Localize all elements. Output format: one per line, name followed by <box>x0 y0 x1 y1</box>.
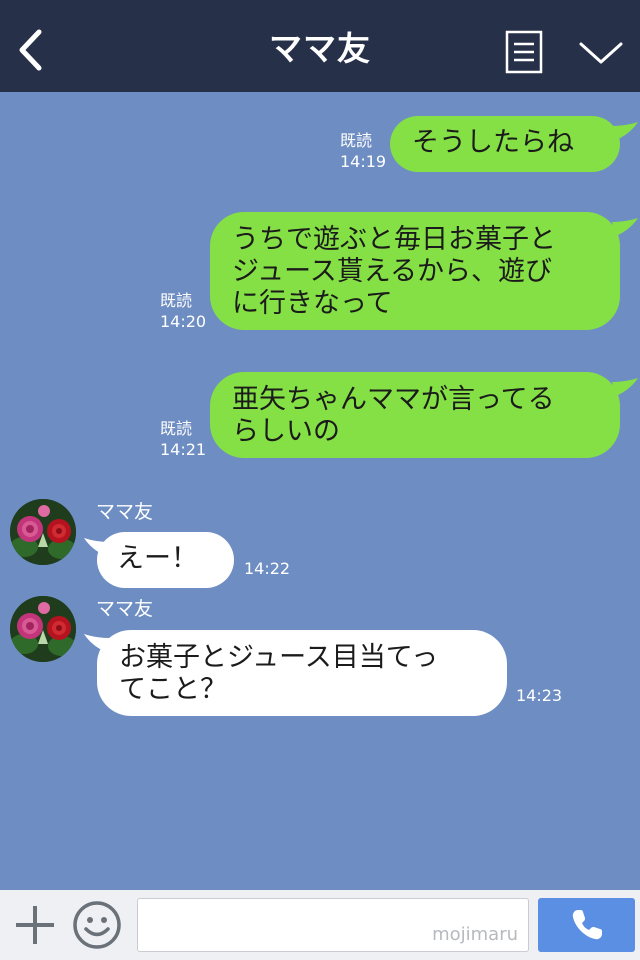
avatar[interactable] <box>10 499 76 565</box>
message-bubble[interactable]: お菓子とジュース目当てっ てこと？ <box>97 630 507 716</box>
bubble-tail <box>612 218 638 236</box>
message-time: 14:22 <box>244 559 291 578</box>
back-chevron-icon <box>19 29 42 71</box>
bubble-tail <box>612 122 638 140</box>
avatar[interactable] <box>10 596 76 662</box>
rose-avatar-image <box>10 596 76 662</box>
bubble-tail <box>612 378 638 396</box>
phone-icon <box>572 910 602 940</box>
message-meta: 既読 14:20 <box>160 290 206 332</box>
sender-name: ママ友 <box>96 501 154 523</box>
back-button[interactable] <box>6 22 54 78</box>
plus-icon <box>16 906 54 944</box>
menu-list-icon <box>505 30 543 74</box>
message-bubble[interactable]: そうしたらね <box>390 116 620 172</box>
emoji-button[interactable] <box>72 900 122 950</box>
message-time: 14:23 <box>516 686 563 705</box>
chat-title: ママ友 <box>269 29 371 68</box>
message-input[interactable]: mojimaru <box>137 898 529 952</box>
call-button[interactable] <box>538 898 635 952</box>
collapse-button[interactable] <box>576 34 626 70</box>
read-receipt: 既読 <box>160 291 193 310</box>
message-meta: 既読 14:21 <box>160 418 206 460</box>
message-time: 14:21 <box>160 440 207 459</box>
chat-header: ママ友 <box>0 0 640 92</box>
sender-name: ママ友 <box>96 598 154 620</box>
rose-avatar-image <box>10 499 76 565</box>
message-time: 14:20 <box>160 312 207 331</box>
emoji-smile-icon <box>73 901 121 949</box>
message-time: 14:19 <box>340 152 387 171</box>
input-bar: mojimaru <box>0 890 640 960</box>
chevron-down-icon <box>579 42 623 64</box>
menu-button[interactable] <box>505 30 543 74</box>
read-receipt: 既読 <box>340 131 373 150</box>
message-bubble[interactable]: えー！ <box>97 532 234 588</box>
watermark-text: mojimaru <box>432 924 518 945</box>
read-receipt: 既読 <box>160 419 193 438</box>
message-bubble[interactable]: 亜矢ちゃんママが言ってる らしいの <box>210 372 620 458</box>
message-bubble[interactable]: うちで遊ぶと毎日お菓子と ジュース貰えるから、遊び に行きなって <box>210 212 620 330</box>
message-meta: 既読 14:19 <box>340 130 386 172</box>
attach-button[interactable] <box>12 902 58 948</box>
